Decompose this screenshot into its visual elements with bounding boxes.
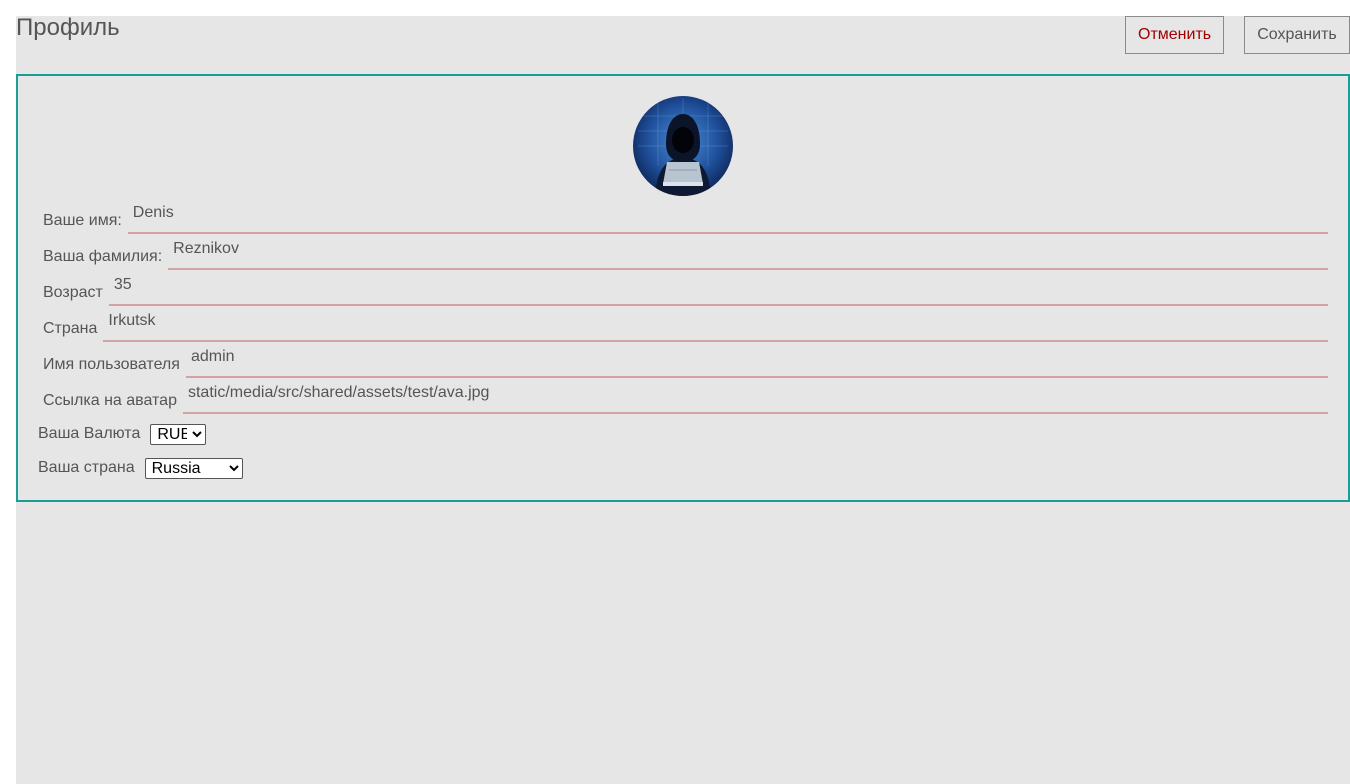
city-field: Страна	[43, 310, 1328, 344]
currency-label: Ваша Валюта	[38, 425, 141, 442]
profile-page: Профиль Отменить Сохранить Ваше имя: Den…	[16, 14, 1350, 784]
cancel-button[interactable]: Отменить	[1125, 16, 1224, 54]
username-field: Имя пользователя	[43, 346, 1328, 380]
city-label: Страна	[43, 320, 98, 337]
age-field: Возраст	[43, 274, 1328, 308]
avatar	[633, 96, 733, 196]
currency-row: Ваша Валюта RUB	[38, 422, 207, 446]
profile-card: Ваше имя: Ваша фамилия: Возраст Страна И…	[16, 74, 1350, 502]
first-name-input[interactable]	[127, 202, 1328, 234]
username-label: Имя пользователя	[43, 356, 180, 373]
last-name-label: Ваша фамилия:	[43, 248, 163, 265]
city-input[interactable]	[103, 310, 1328, 342]
last-name-input[interactable]	[168, 238, 1328, 270]
last-name-field: Ваша фамилия:	[43, 238, 1328, 272]
hacker-avatar-icon	[633, 96, 733, 196]
currency-select[interactable]: RUB	[150, 423, 207, 445]
avatar-link-input[interactable]	[182, 382, 1328, 414]
first-name-label: Ваше имя:	[43, 212, 122, 229]
first-name-field: Ваше имя:	[43, 202, 1328, 236]
avatar-link-label: Ссылка на аватар	[43, 392, 177, 409]
country-row: Ваша страна Russia	[38, 456, 243, 480]
save-button[interactable]: Сохранить	[1244, 16, 1350, 54]
age-input[interactable]	[108, 274, 1328, 306]
username-input[interactable]	[185, 346, 1328, 378]
age-label: Возраст	[43, 284, 103, 301]
page-title: Профиль	[16, 14, 120, 41]
avatar-link-field: Ссылка на аватар	[43, 382, 1328, 416]
country-label: Ваша страна	[38, 459, 135, 476]
country-select[interactable]: Russia	[144, 457, 243, 479]
